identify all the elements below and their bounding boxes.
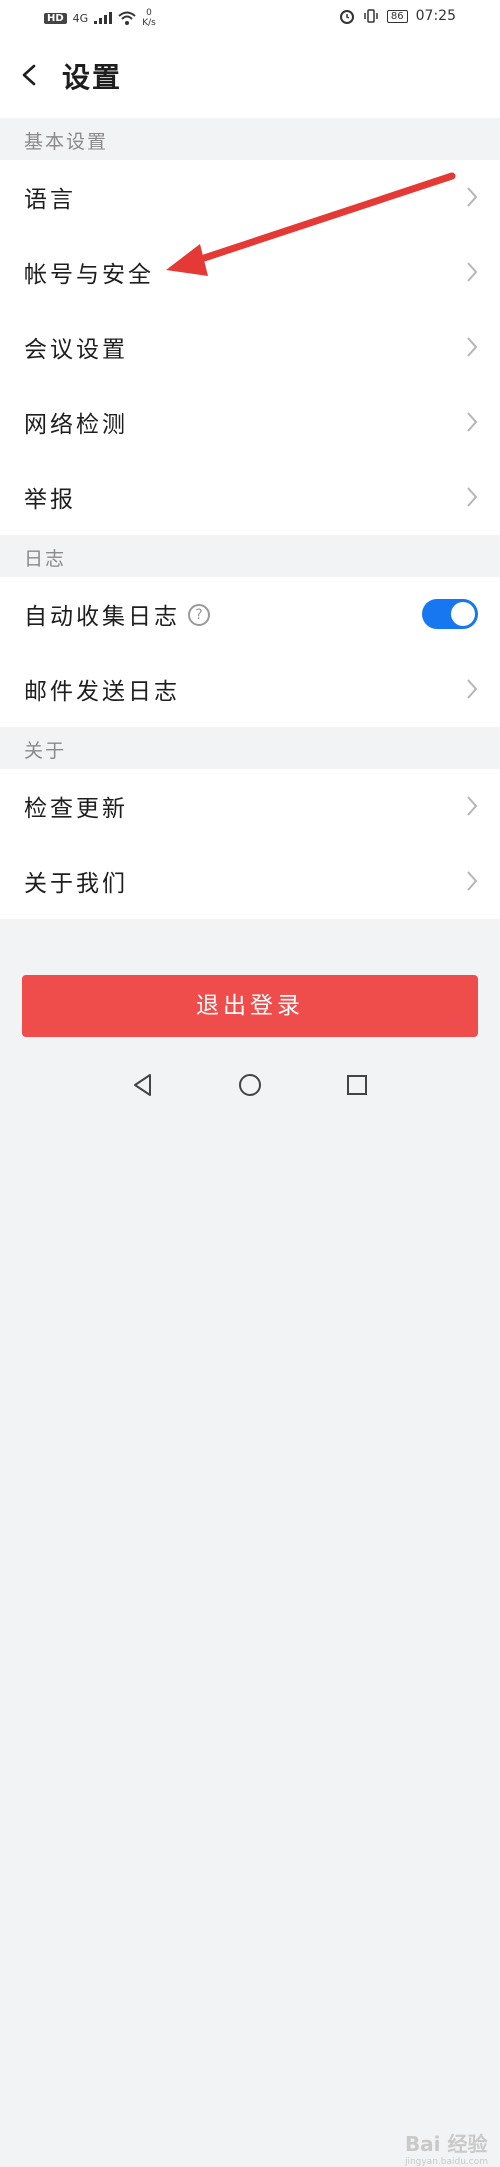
watermark-brand: Bai 经验 <box>404 2132 488 2156</box>
settings-item-label: 自动收集日志 <box>24 604 180 630</box>
settings-item-about-us[interactable]: 关于我们 <box>0 844 500 919</box>
settings-item-label: 关于我们 <box>24 871 128 897</box>
watermark-site: jingyan.baidu.com <box>404 2157 488 2167</box>
chevron-right-icon <box>467 187 478 207</box>
chevron-right-icon <box>467 262 478 282</box>
baidu-jingyan-watermark: Bai 经验 jingyan.baidu.com <box>405 2128 488 2167</box>
settings-item-meeting-settings[interactable]: 会议设置 <box>0 310 500 385</box>
settings-item-auto-collect-log: 自动收集日志 ? <box>0 577 500 652</box>
chevron-right-icon <box>467 679 478 699</box>
net-speed-unit: K/s <box>142 18 156 28</box>
status-bar-left: HD 4G 0 K/s <box>44 8 156 28</box>
hd-badge: HD <box>44 12 67 24</box>
chevron-right-icon <box>467 796 478 816</box>
net-speed-value: 0 <box>146 8 152 18</box>
settings-item-label: 举报 <box>24 487 76 513</box>
back-arrow-icon[interactable] <box>16 60 44 90</box>
network-type: 4G <box>72 11 89 25</box>
chevron-right-icon <box>467 412 478 432</box>
settings-item-check-update[interactable]: 检查更新 <box>0 769 500 844</box>
alarm-icon <box>339 10 354 24</box>
clock: 07:25 <box>415 8 456 24</box>
section-basic-settings: 基本设置 <box>0 118 500 160</box>
system-nav-bar: Bai 经验 jingyan.baidu.com <box>0 1058 500 2167</box>
chevron-right-icon <box>467 337 478 357</box>
settings-item-report[interactable]: 举报 <box>0 460 500 535</box>
settings-item-label: 网络检测 <box>24 412 128 438</box>
page-header: 设置 <box>0 36 500 118</box>
battery-icon: 86 <box>386 9 408 23</box>
settings-item-label: 检查更新 <box>24 796 128 822</box>
net-speed: 0 K/s <box>142 8 156 28</box>
settings-item-label: 语言 <box>24 187 76 213</box>
settings-item-network-check[interactable]: 网络检测 <box>0 385 500 460</box>
logout-button[interactable]: 退出登录 <box>22 975 478 1037</box>
section-log-label: 日志 <box>24 548 67 570</box>
help-icon[interactable]: ? <box>188 604 210 626</box>
signal-icon <box>94 12 113 24</box>
section-about-label: 关于 <box>24 740 67 762</box>
settings-item-label: 会议设置 <box>24 337 128 363</box>
section-about: 关于 <box>0 727 500 769</box>
nav-recents-icon[interactable] <box>342 1070 372 1100</box>
nav-back-icon[interactable] <box>128 1070 158 1100</box>
toggle-knob <box>451 602 475 626</box>
settings-item-email-log[interactable]: 邮件发送日志 <box>0 652 500 727</box>
section-log: 日志 <box>0 535 500 577</box>
chevron-right-icon <box>467 871 478 891</box>
page-title: 设置 <box>62 61 123 94</box>
settings-item-label: 帐号与安全 <box>24 262 154 288</box>
settings-item-language[interactable]: 语言 <box>0 160 500 235</box>
vibrate-icon <box>364 9 378 23</box>
status-bar-right: 86 07:25 <box>339 8 456 24</box>
nav-home-icon[interactable] <box>235 1070 265 1100</box>
section-basic-settings-label: 基本设置 <box>24 131 109 153</box>
auto-collect-log-toggle[interactable] <box>422 599 478 629</box>
settings-item-account-security[interactable]: 帐号与安全 <box>0 235 500 310</box>
status-bar: HD 4G 0 K/s 86 07:25 <box>0 0 500 36</box>
wifi-icon <box>118 11 136 25</box>
settings-item-label: 邮件发送日志 <box>24 679 180 705</box>
chevron-right-icon <box>467 487 478 507</box>
